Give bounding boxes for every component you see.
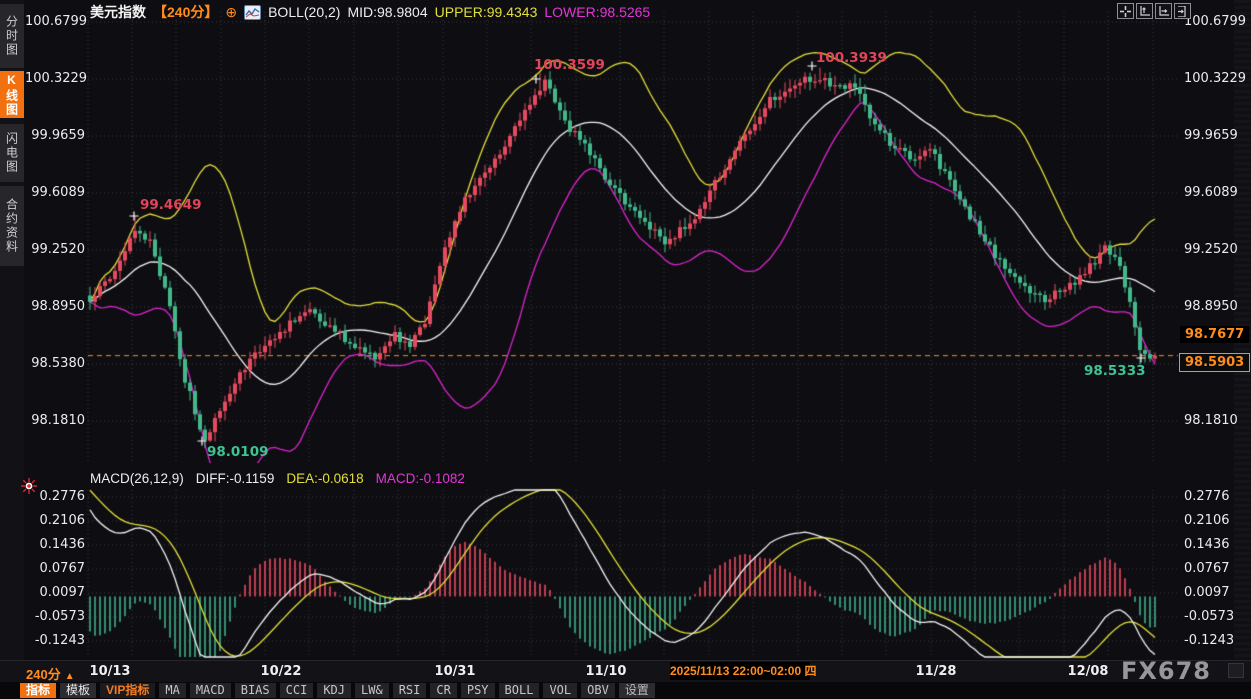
axis-tick-label: 0.0767 (25, 561, 85, 576)
indicator-toolbar: 指标模板 VIP指标 MA MACD BIAS CCIKDJ LW&RSICR PSY BOLL… (0, 682, 1251, 699)
axis-tick-label: -0.0573 (25, 609, 85, 624)
watermark: FX678 (1121, 657, 1211, 685)
toolbar-kdj[interactable]: KDJ (317, 683, 351, 698)
axis-tick-label: 99.9659 (1184, 128, 1246, 143)
axis-tick-label: 0.1436 (25, 537, 85, 552)
toolbar-psy[interactable]: PSY (461, 683, 495, 698)
axis-tick-label: 99.6089 (25, 185, 85, 200)
axis-tick-label: 100.6799 (1184, 14, 1246, 29)
price-tag-last: 98.5903 (1179, 353, 1250, 372)
price-annotation: 98.0109 (207, 444, 269, 460)
toolbar-template[interactable]: 模板 (60, 683, 96, 698)
selected-time-badge: 2025/11/13 22:00~02:00 四 (670, 662, 810, 680)
trading-terminal: 分时图 K线图闪电图合约资料 美元指数 【240分】 ⊕ BOLL(20,2) M… (0, 0, 1251, 699)
sidebar-tab-2[interactable]: K线图 (0, 71, 24, 118)
sidebar-tab-4[interactable]: 合约资料 (0, 186, 24, 266)
axis-tick-label: 99.2520 (1184, 242, 1246, 257)
axis-tick-label: 0.2776 (1184, 489, 1246, 504)
left-sidebar: 分时图 K线图闪电图合约资料 (0, 0, 24, 699)
toolbar-ma[interactable]: MA (159, 683, 185, 698)
date-label: 11/10 (586, 664, 627, 679)
period-label: 【240分】 (153, 2, 218, 22)
axis-tick-label: 0.0097 (1184, 585, 1246, 600)
axis-tick-label: 98.8950 (1184, 299, 1246, 314)
toolbar-bias[interactable]: BIAS (235, 683, 276, 698)
axis-tick-label: -0.0573 (1184, 609, 1246, 624)
boll-upper-value: UPPER:99.4343 (435, 4, 538, 20)
price-annotation: 100.3939 (816, 50, 887, 66)
pan-right-icon[interactable] (1174, 3, 1191, 19)
date-label: 10/31 (435, 664, 476, 679)
toolbar-obv[interactable]: OBV (581, 683, 615, 698)
price-annotation: 99.4649 (140, 197, 202, 213)
period-text: 240分 (26, 667, 61, 682)
chart-type-icon[interactable] (244, 5, 261, 20)
axis-tick-label: 100.3229 (1184, 71, 1246, 86)
price-annotation: 100.3599 (534, 57, 605, 73)
axis-tick-label: 98.8950 (25, 299, 85, 314)
macd-label: MACD(26,12,9) (90, 471, 184, 486)
macd-header: MACD(26,12,9) DIFF:-0.1159 DEA:-0.0618 M… (90, 471, 465, 486)
toolbar-settings[interactable]: 设置 (619, 683, 655, 698)
axis-tick-label: 0.1436 (1184, 537, 1246, 552)
symbol-title: 美元指数 (90, 2, 146, 22)
axis-tick-label: 0.2106 (25, 513, 85, 528)
axis-tick-label: 98.1810 (1184, 413, 1246, 428)
axis-tick-label: 99.6089 (1184, 185, 1246, 200)
date-label: 10/22 (261, 664, 302, 679)
toolbar-indicator[interactable]: 指标 (20, 683, 56, 698)
macd-dea-value: DEA:-0.0618 (286, 471, 363, 486)
axis-tick-label: -0.1243 (25, 633, 85, 648)
y-axis-zoom-icon[interactable] (1136, 3, 1153, 19)
toolbar-cr[interactable]: CR (430, 683, 456, 698)
axis-tick-label: 98.5380 (25, 356, 85, 371)
toolbar-vol[interactable]: VOL (543, 683, 577, 698)
sidebar-tab-3[interactable]: 闪电图 (0, 124, 24, 182)
red-spark-icon[interactable] (21, 478, 37, 494)
price-tag-mid: 98.7677 (1180, 326, 1249, 343)
crosshair-tool-icon[interactable] (1117, 3, 1134, 19)
toolbar-rsi[interactable]: RSI (393, 683, 427, 698)
chart-header: 美元指数 【240分】 ⊕ BOLL(20,2) MID:98.9804 UPP… (90, 3, 650, 21)
time-axis-row: 240分 ▲ 10/13 10/22 10/31 11/10 11/28 12/08 202… (0, 660, 1251, 682)
axis-tick-label: 100.3229 (25, 71, 85, 86)
period-arrow-icon: ▲ (65, 671, 75, 682)
axis-tick-label: -0.1243 (1184, 633, 1246, 648)
toolbar-cci[interactable]: CCI (280, 683, 314, 698)
toolbar-vip-indicator[interactable]: VIP指标 (100, 683, 155, 698)
axis-tick-label: 0.0767 (1184, 561, 1246, 576)
axis-tick-label: 0.2106 (1184, 513, 1246, 528)
x-axis-zoom-icon[interactable] (1155, 3, 1172, 19)
toolbar-lwr[interactable]: LW& (355, 683, 389, 698)
toolbar-macd[interactable]: MACD (190, 683, 231, 698)
axis-tick-label: 100.6799 (25, 14, 85, 29)
price-annotation: 98.5333 (1084, 363, 1146, 379)
axis-tick-label: 0.0097 (25, 585, 85, 600)
boll-lower-value: LOWER:98.5265 (544, 4, 650, 20)
period-selector[interactable]: 240分 ▲ (26, 664, 75, 683)
add-indicator-icon[interactable]: ⊕ (225, 5, 237, 19)
date-label: 12/08 (1068, 664, 1109, 679)
boll-label: BOLL(20,2) (268, 4, 340, 20)
axis-tick-label: 98.1810 (25, 413, 85, 428)
boll-mid-value: MID:98.9804 (347, 4, 427, 20)
date-label: 10/13 (90, 664, 131, 679)
axis-tick-label: 99.9659 (25, 128, 85, 143)
chart-tool-icons (1117, 3, 1191, 19)
sidebar-tab-1[interactable]: 分时图 (0, 4, 24, 68)
macd-macd-value: MACD:-0.1082 (376, 471, 465, 486)
chart-canvas[interactable] (0, 0, 1251, 699)
macd-diff-value: DIFF:-0.1159 (196, 471, 275, 486)
date-label: 11/28 (916, 664, 957, 679)
axis-tick-label: 99.2520 (25, 242, 85, 257)
toolbar-boll[interactable]: BOLL (499, 683, 540, 698)
corner-box (1228, 663, 1244, 678)
